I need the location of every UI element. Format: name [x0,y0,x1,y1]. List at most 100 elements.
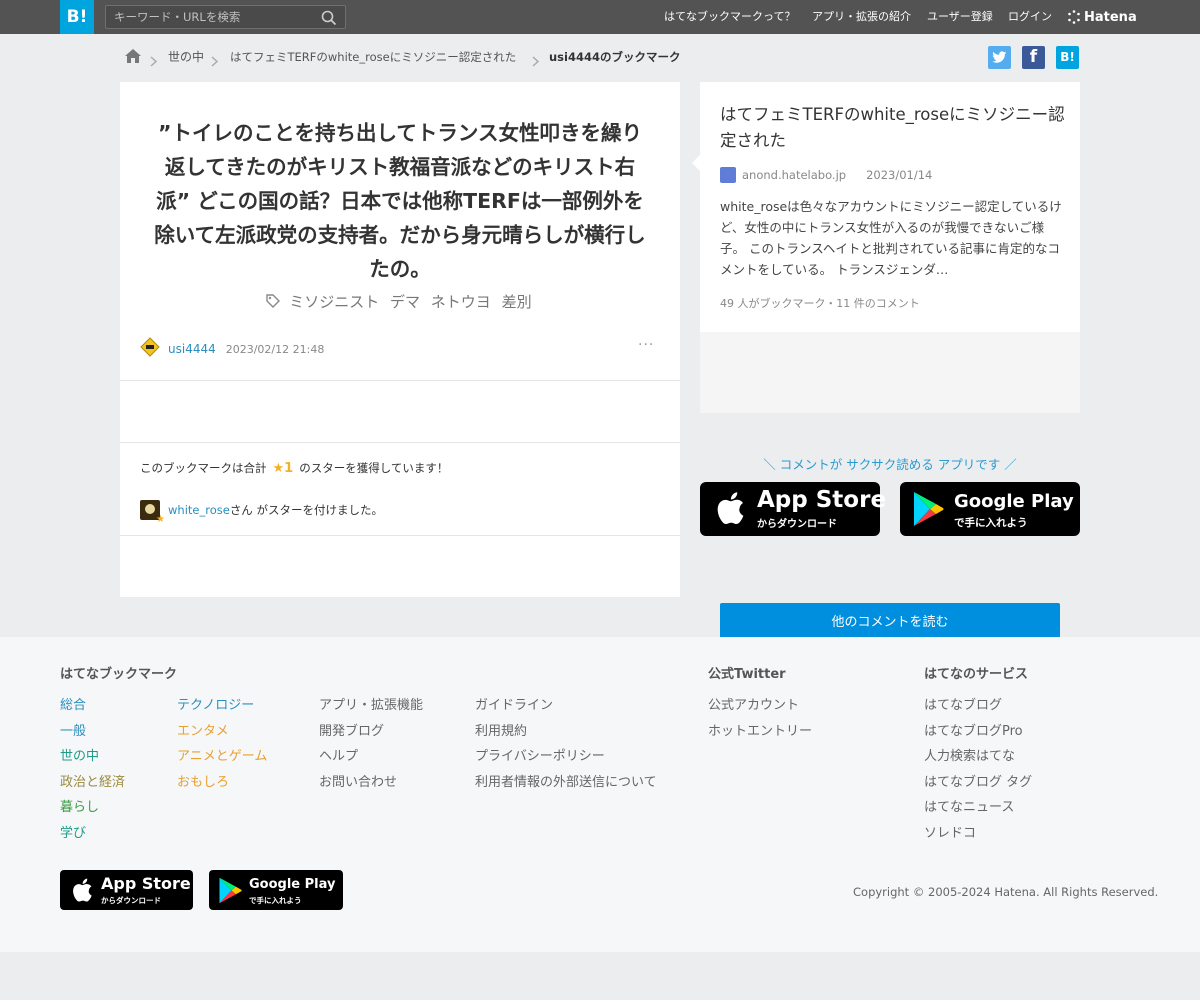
footer-app-store-badge[interactable]: App Store からダウンロード [60,870,193,910]
breadcrumb-current: usi4444のブックマーク [549,50,681,64]
divider [120,535,680,536]
avatar[interactable] [140,337,160,361]
tag-item[interactable]: デマ [390,293,420,311]
entry-domain-link[interactable]: anond.hatelabo.jp [742,168,846,182]
chevron-right-icon [532,52,540,71]
chevron-right-icon [211,52,219,71]
hatena-bookmark-logo[interactable]: B! [60,0,94,34]
tag-item[interactable]: ミソジニスト [289,293,379,311]
more-options-icon[interactable]: ··· [638,337,654,353]
nav-login[interactable]: ログイン [1008,0,1052,34]
footer-category-link[interactable]: 政治と経済 [60,771,125,790]
footer-service-link[interactable]: はてなブログ タグ [924,771,1032,790]
google-play-icon [914,492,944,526]
hatena-dots-icon [1068,10,1080,24]
bookmark-date: 2023/02/12 21:48 [225,342,325,356]
google-play-subtitle: で手に入れよう [249,896,302,905]
entry-description: white_roseは色々なアカウントにミソジニー認定しているけど、女性の中にト… [720,199,1062,277]
tag-item[interactable]: 差別 [502,293,532,311]
star-summary: このブックマークは合計 ★1 のスターを獲得しています！ [140,460,448,476]
footer-link[interactable]: 利用者情報の外部送信について [475,771,657,790]
footer-category-link[interactable]: 一般 [60,720,86,739]
nav-register[interactable]: ユーザー登録 [927,0,993,34]
tag-icon [265,293,281,311]
footer-google-play-badge[interactable]: Google Play で手に入れよう [209,870,343,910]
footer-link[interactable]: プライバシーポリシー [475,745,605,764]
facebook-share-button[interactable]: f [1022,46,1045,69]
apple-icon [73,878,92,902]
footer-link[interactable]: 利用規約 [475,720,527,739]
entry-date: 2023/01/14 [866,168,933,182]
google-play-icon [219,877,242,904]
home-icon[interactable] [124,48,142,68]
footer-category-link[interactable]: 総合 [60,694,86,713]
top-header: B! はてなブックマークって？ アプリ・拡張の紹介 ユーザー登録 ログイン Ha… [0,0,1200,34]
star-giver-link[interactable]: white_rose [168,503,230,517]
footer-category-link[interactable]: おもしろ [177,771,229,790]
footer-service-link[interactable]: 人力検索はてな [924,745,1015,764]
footer-link[interactable]: 開発ブログ [319,720,384,739]
footer-service-link[interactable]: ソレドコ [924,822,976,841]
user-name-link[interactable]: usi4444 [168,342,216,356]
search-icon[interactable] [321,10,337,30]
star-summary-suffix: のスターを獲得しています！ [299,461,449,475]
footer-link[interactable]: お問い合わせ [319,771,397,790]
footer-bookmark-title: はてなブックマーク [60,667,178,682]
tag-item[interactable]: ネトウヨ [431,293,491,311]
star-giver-suffix: さん がスターを付けました。 [229,503,383,517]
entry-footer: 他のコメントを読む [700,332,1080,643]
breadcrumb-category[interactable]: 世の中 [168,47,204,67]
footer-twitter-link[interactable]: ホットエントリー [708,720,812,739]
app-store-subtitle: からダウンロード [757,519,837,530]
star-icon: ★ [156,514,165,525]
star-summary-prefix: このブックマークは合計 [140,461,267,475]
nav-apps[interactable]: アプリ・拡張の紹介 [812,0,911,34]
footer-service-link[interactable]: はてなブログ [924,694,1002,713]
footer-category-link[interactable]: テクノロジー [177,694,254,713]
copyright: Copyright © 2005-2024 Hatena. All Rights… [853,885,1159,899]
footer-twitter-title: 公式Twitter [708,667,786,682]
entry-title-link[interactable]: はてフェミTERFのwhite_roseにミソジニー認定された [720,102,1065,154]
divider [120,380,680,381]
footer-twitter-link[interactable]: 公式アカウント [708,694,799,713]
tag-list: ミソジニスト デマ ネトウヨ 差別 [120,291,680,312]
hatena-brand[interactable]: Hatena [1067,8,1137,26]
footer-category-link[interactable]: 学び [60,822,86,841]
app-store-badge[interactable]: App Store からダウンロード [700,482,886,536]
google-play-badge[interactable]: Google Play で手に入れよう [900,482,1080,536]
star-count: ★1 [272,461,294,476]
bookmark-user-row: usi4444 2023/02/12 21:48 [140,337,325,361]
bookmark-card: ”トイレのことを持ち出してトランス女性叩きを繰り返してきたのがキリスト教福音派な… [120,82,680,597]
search-input[interactable] [114,9,314,25]
app-store-title: App Store [101,874,191,893]
google-play-subtitle: で手に入れよう [954,517,1028,529]
footer-category-link[interactable]: アニメとゲーム [177,745,267,764]
footer-link[interactable]: ガイドライン [475,694,553,713]
hatena-brand-text: Hatena [1084,9,1137,25]
footer-category-link[interactable]: 暮らし [60,796,99,815]
footer-category-link[interactable]: エンタメ [177,720,229,739]
site-favicon-icon [720,167,736,183]
bookmark-comment: ”トイレのことを持ち出してトランス女性叩きを繰り返してきたのがキリスト教福音派な… [154,121,646,281]
footer-services-title: はてなのサービス [924,667,1029,682]
footer-service-link[interactable]: はてなニュース [924,796,1014,815]
twitter-icon [992,51,1007,63]
entry-source: anond.hatelabo.jp 2023/01/14 [720,167,932,183]
hatena-share-button[interactable]: B! [1056,46,1079,69]
star-giver-avatar[interactable]: ★ [140,500,165,525]
google-play-title: Google Play [249,877,336,892]
footer-category-link[interactable]: 世の中 [60,745,99,764]
footer-link[interactable]: ヘルプ [319,745,358,764]
breadcrumb-entry[interactable]: はてフェミTERFのwhite_roseにミソジニー認定された [230,47,516,67]
nav-about[interactable]: はてなブックマークって？ [664,0,795,34]
apple-icon [717,492,744,525]
footer-service-link[interactable]: はてなブログPro [924,720,1023,739]
app-store-title: App Store [757,487,887,513]
search-box[interactable] [105,5,346,29]
entry-bookmark-count[interactable]: 49 人がブックマーク・11 件のコメント [720,295,920,311]
card-pointer [692,155,700,171]
app-store-subtitle: からダウンロード [101,896,161,905]
twitter-share-button[interactable] [988,46,1011,69]
footer-link[interactable]: アプリ・拡張機能 [319,694,423,713]
app-promo-text: ＼ コメントが サクサク読める アプリです ／ [763,457,1017,472]
